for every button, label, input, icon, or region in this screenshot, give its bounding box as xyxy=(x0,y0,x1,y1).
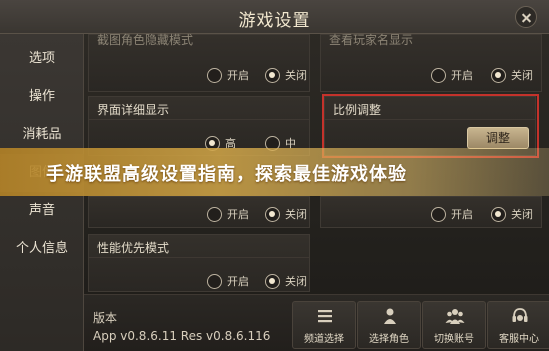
radio-circle-icon xyxy=(431,67,446,83)
setting-label: 界面详细显示 xyxy=(97,103,170,117)
setting-performance-mode: 性能优先模式 开启 关闭 xyxy=(88,234,310,292)
footer-bar: 版本 App v0.8.6.11 Res v0.8.6.116 频道选择 选择角… xyxy=(84,294,549,351)
radio-label: 开启 xyxy=(451,69,473,82)
channel-select-button[interactable]: 频道选择 xyxy=(292,301,356,349)
button-label: 切换账号 xyxy=(434,334,474,345)
radio-on[interactable]: 开启 xyxy=(431,67,473,83)
radio-on[interactable]: 开启 xyxy=(431,206,473,222)
radio-on[interactable]: 开启 xyxy=(207,206,249,222)
radio-off[interactable]: 关闭 xyxy=(491,206,533,222)
sidebar-item-controls[interactable]: 操作 xyxy=(0,78,84,116)
close-button[interactable] xyxy=(515,6,537,28)
radio-circle-icon xyxy=(207,273,222,289)
radio-off[interactable]: 关闭 xyxy=(491,67,533,83)
radio-checked-icon xyxy=(491,206,506,222)
radio-circle-icon xyxy=(431,206,446,222)
radio-label: 开启 xyxy=(227,69,249,82)
radio-label: 开启 xyxy=(451,208,473,221)
divider xyxy=(89,257,309,258)
radio-off[interactable]: 关闭 xyxy=(265,67,307,83)
customer-service-button[interactable]: 客服中心 xyxy=(487,301,549,349)
button-label: 选择角色 xyxy=(369,334,409,345)
promo-banner: 手游联盟高级设置指南，探索最佳游戏体验 xyxy=(0,148,549,196)
game-settings-screen: 游戏设置 选项 操作 消耗品 图像 声音 个人信息 截图角色隐藏模式 开启 关闭… xyxy=(0,0,549,351)
version-label: 版本 xyxy=(93,311,118,325)
button-label: 客服中心 xyxy=(499,334,539,345)
setting-screenshot-mode: 截图角色隐藏模式 开启 关闭 xyxy=(88,33,310,92)
setting-label: 截图角色隐藏模式 xyxy=(97,33,194,47)
radio-checked-icon xyxy=(491,67,506,83)
group-icon xyxy=(445,309,465,324)
list-icon xyxy=(318,310,332,323)
sidebar-item-options[interactable]: 选项 xyxy=(0,40,84,78)
radio-circle-icon xyxy=(207,206,222,222)
setting-label: 性能优先模式 xyxy=(97,241,170,255)
radio-label: 开启 xyxy=(227,208,249,221)
radio-checked-icon xyxy=(265,206,280,222)
switch-account-button[interactable]: 切换账号 xyxy=(422,301,486,349)
button-label: 频道选择 xyxy=(304,334,344,345)
sidebar-item-profile[interactable]: 个人信息 xyxy=(0,230,84,268)
banner-text: 手游联盟高级设置指南，探索最佳游戏体验 xyxy=(46,164,407,185)
radio-label: 关闭 xyxy=(285,208,307,221)
radio-off[interactable]: 关闭 xyxy=(265,273,307,289)
select-character-button[interactable]: 选择角色 xyxy=(357,301,421,349)
person-icon xyxy=(384,308,396,324)
divider xyxy=(89,119,309,120)
setting-label: 查看玩家名显示 xyxy=(329,33,414,47)
setting-ui-detail: 界面详细显示 高 中 xyxy=(88,96,310,156)
radio-checked-icon xyxy=(265,273,280,289)
radio-off[interactable]: 关闭 xyxy=(265,206,307,222)
radio-on[interactable]: 开启 xyxy=(207,273,249,289)
setting-row3-right: 开启 关闭 xyxy=(320,196,542,228)
radio-on[interactable]: 开启 xyxy=(207,67,249,83)
setting-player-name: 查看玩家名显示 开启 关闭 xyxy=(320,33,542,92)
radio-checked-icon xyxy=(265,67,280,83)
radio-label: 关闭 xyxy=(285,275,307,288)
setting-row3-left: 开启 关闭 xyxy=(88,196,310,228)
page-title: 游戏设置 xyxy=(238,11,311,31)
radio-label: 关闭 xyxy=(511,208,533,221)
title-bar: 游戏设置 xyxy=(0,0,549,34)
radio-label: 开启 xyxy=(227,275,249,288)
version-value: App v0.8.6.11 Res v0.8.6.116 xyxy=(93,329,271,343)
sidebar-item-sound[interactable]: 声音 xyxy=(0,192,84,230)
radio-circle-icon xyxy=(207,67,222,83)
radio-label: 关闭 xyxy=(511,69,533,82)
headset-icon xyxy=(512,308,528,322)
radio-label: 关闭 xyxy=(285,69,307,82)
